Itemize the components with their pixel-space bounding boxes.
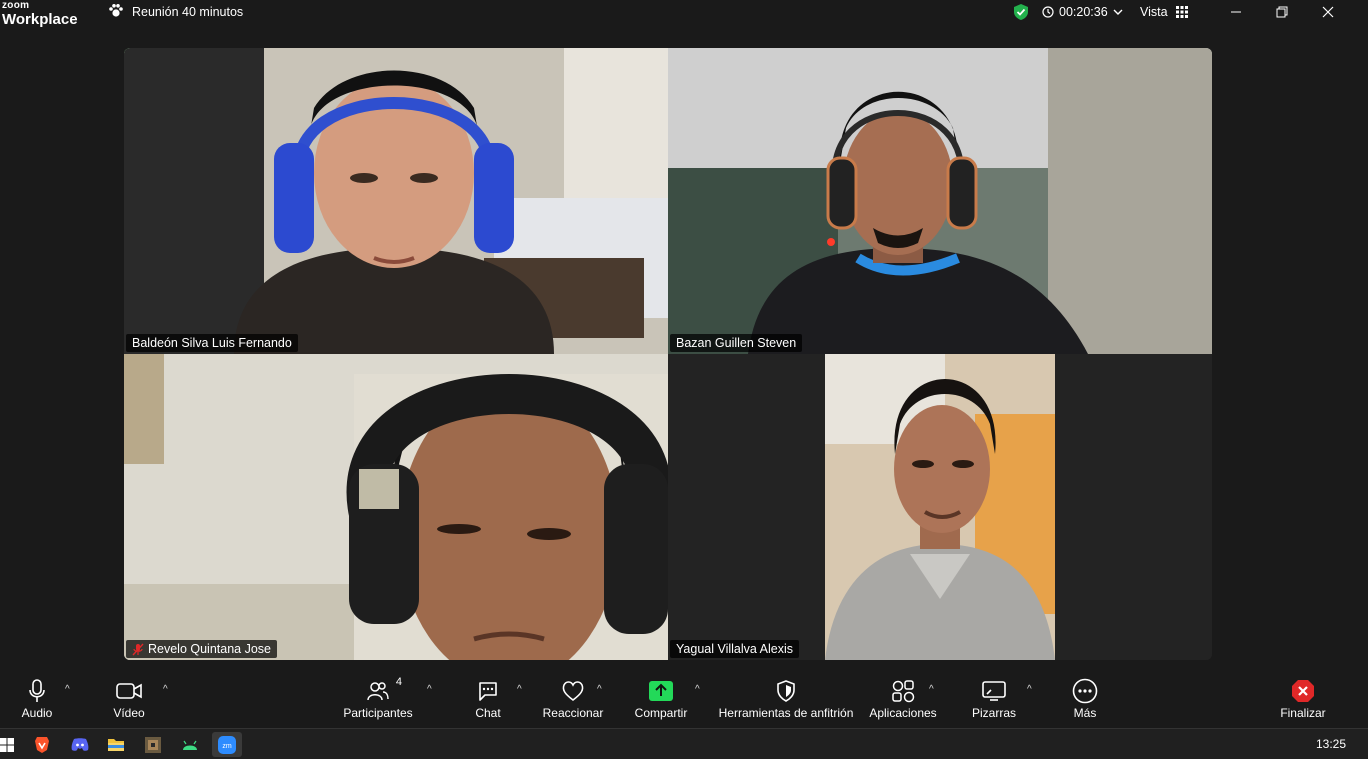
share-button[interactable]: Compartir: [601, 678, 721, 720]
host-tools-label: Herramientas de anfitrión: [718, 706, 854, 720]
participant-name: Bazan Guillen Steven: [676, 336, 797, 350]
meeting-info-icon: [108, 3, 124, 22]
participant-name-tag: Revelo Quintana Jose: [126, 640, 277, 658]
participant-name-tag: Baldeón Silva Luis Fernando: [126, 334, 298, 352]
whiteboard-icon: [982, 681, 1006, 701]
chat-label: Chat: [475, 706, 501, 720]
video-tile-participant-4[interactable]: Yagual Villalva Alexis: [668, 354, 1212, 660]
video-tile-participant-3[interactable]: Revelo Quintana Jose: [124, 354, 668, 660]
grid-view-icon: [1175, 6, 1188, 18]
timer-text: 00:20:36: [1059, 5, 1108, 19]
game-app-icon[interactable]: [138, 732, 168, 757]
video-tile-participant-2[interactable]: Bazan Guillen Steven: [668, 48, 1212, 354]
end-meeting-icon: [1292, 680, 1314, 702]
minimize-button[interactable]: [1226, 2, 1246, 22]
apps-icon: [892, 680, 915, 703]
share-screen-icon: [649, 681, 673, 701]
audio-label: Audio: [21, 706, 53, 720]
discord-icon[interactable]: [65, 732, 95, 757]
chat-icon: [479, 682, 497, 701]
brave-browser-icon[interactable]: [27, 732, 57, 757]
view-button[interactable]: Vista: [1140, 3, 1188, 21]
participant-video-feed: [668, 354, 1212, 660]
end-meeting-label: Finalizar: [1280, 706, 1326, 720]
apps-label: Aplicaciones: [869, 706, 937, 720]
system-clock[interactable]: 13:25: [1316, 737, 1346, 751]
more-options-icon: [1072, 678, 1098, 704]
logo-workplace-text: Workplace: [2, 11, 78, 28]
meeting-title: Reunión 40 minutos: [132, 5, 244, 19]
participant-video-feed: [668, 48, 1212, 354]
muted-microphone-icon: [132, 643, 144, 655]
video-tile-participant-1[interactable]: Baldeón Silva Luis Fernando: [124, 48, 668, 354]
end-meeting-button[interactable]: Finalizar: [1243, 678, 1363, 720]
video-options-caret-icon[interactable]: ^: [163, 684, 168, 695]
microphone-icon: [29, 679, 45, 702]
participants-count: 4: [395, 676, 402, 688]
participant-name: Baldeón Silva Luis Fernando: [132, 336, 292, 350]
video-gallery: Baldeón Silva Luis Fernando Bazan Guille…: [124, 48, 1212, 660]
view-label: Vista: [1140, 5, 1168, 19]
meeting-info[interactable]: Reunión 40 minutos: [108, 3, 243, 21]
share-label: Compartir: [634, 706, 688, 720]
meeting-timer[interactable]: 00:20:36: [1042, 3, 1123, 21]
close-window-button[interactable]: [1318, 2, 1338, 22]
windows-start-icon[interactable]: [0, 732, 22, 757]
share-options-caret-icon[interactable]: ^: [695, 684, 700, 695]
security-shield-icon: [777, 680, 795, 702]
participants-button[interactable]: 4 Participantes: [318, 676, 438, 720]
android-app-icon[interactable]: [175, 732, 205, 757]
more-button[interactable]: Más: [1025, 678, 1145, 720]
video-label: Vídeo: [113, 706, 145, 720]
zoom-workplace-logo: zoom Workplace: [2, 0, 78, 28]
participant-name: Revelo Quintana Jose: [148, 642, 271, 656]
participant-name-tag: Yagual Villalva Alexis: [670, 640, 799, 658]
participants-label: Participantes: [343, 706, 413, 720]
clock-icon: [1042, 6, 1054, 18]
react-label: Reaccionar: [542, 706, 604, 720]
restore-button[interactable]: [1272, 2, 1292, 22]
meeting-toolbar: Audio ^ Vídeo ^ 4 Participantes ^ Chat ^…: [0, 670, 1368, 728]
chevron-down-icon: [1113, 9, 1123, 15]
zoom-app-icon[interactable]: zm: [212, 732, 242, 757]
logo-zoom-text: zoom: [2, 0, 30, 11]
video-button[interactable]: Vídeo: [69, 678, 189, 720]
participant-video-feed: [124, 354, 668, 660]
encryption-shield-icon[interactable]: [1012, 3, 1030, 21]
participant-name: Yagual Villalva Alexis: [676, 642, 793, 656]
apps-options-caret-icon[interactable]: ^: [929, 684, 934, 695]
heart-icon: [562, 681, 584, 702]
participants-icon: [367, 682, 389, 701]
file-explorer-icon[interactable]: [101, 732, 131, 757]
more-label: Más: [1073, 706, 1097, 720]
video-camera-icon: [116, 683, 142, 699]
os-taskbar: zm 13:25: [0, 728, 1368, 759]
participant-video-feed: [124, 48, 668, 354]
participant-name-tag: Bazan Guillen Steven: [670, 334, 803, 352]
host-tools-button[interactable]: Herramientas de anfitrión: [719, 678, 853, 720]
whiteboards-label: Pizarras: [971, 706, 1016, 720]
title-bar: zoom Workplace Reunión 40 minutos 00:20:…: [0, 0, 1368, 36]
svg-text:zm: zm: [222, 743, 232, 750]
